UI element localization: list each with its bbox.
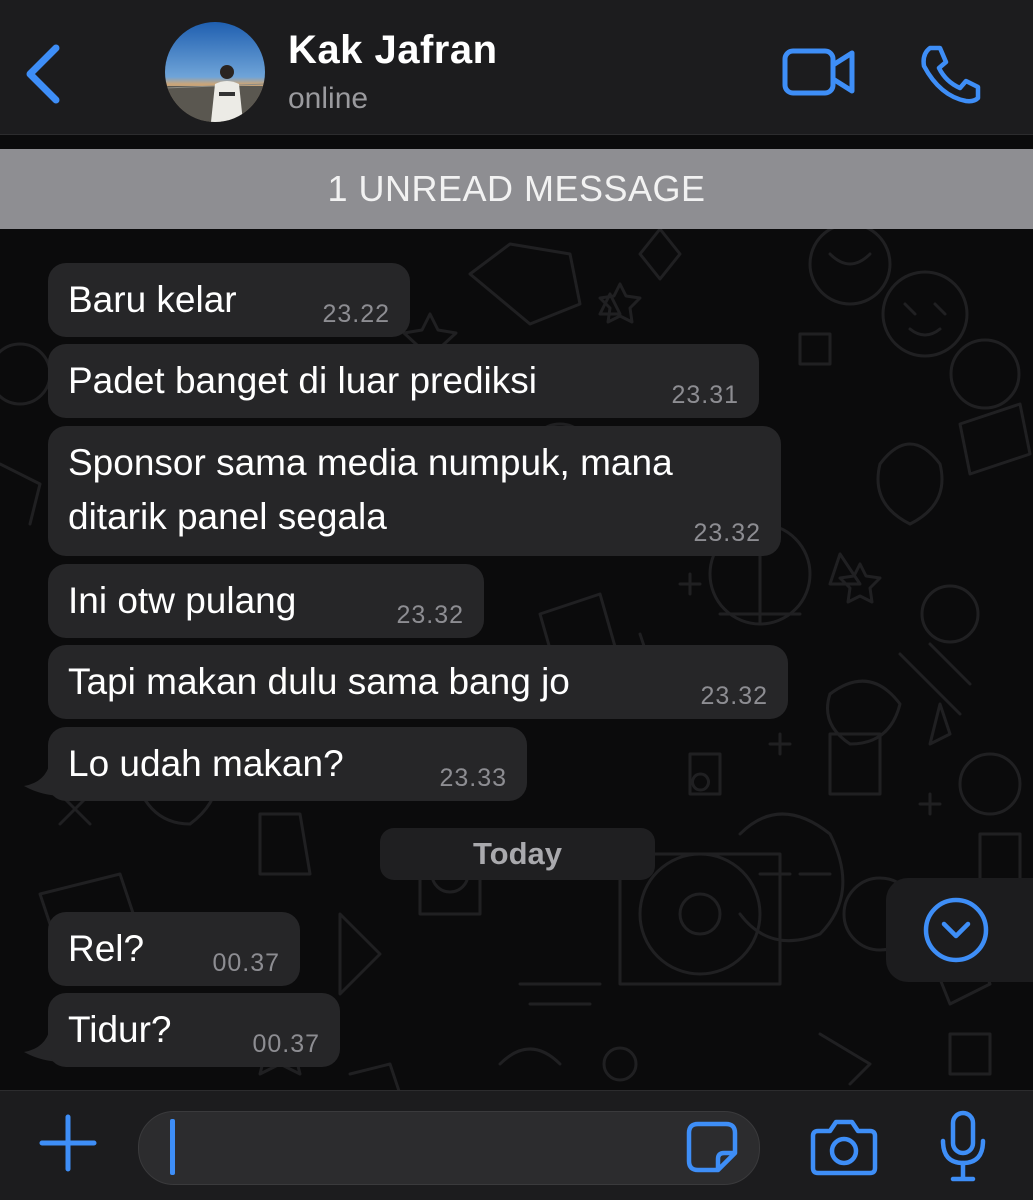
message-time: 23.32 xyxy=(693,519,761,547)
avatar-photo xyxy=(165,22,265,122)
message-input[interactable] xyxy=(138,1111,760,1185)
message-text: Rel? xyxy=(68,928,145,969)
camera-button[interactable] xyxy=(810,1117,878,1177)
plus-icon xyxy=(39,1114,97,1172)
text-cursor xyxy=(170,1119,175,1175)
message-text: ditarik panel segala xyxy=(68,496,387,537)
message-time: 00.37 xyxy=(252,1030,320,1058)
chat-screen: Kak Jafran online 1 UNREAD MESSAGE Baru … xyxy=(0,0,1033,1200)
composer-bar xyxy=(0,1090,1033,1200)
message-bubble[interactable]: Ini otw pulang 23.32 xyxy=(48,564,484,638)
voice-call-button[interactable] xyxy=(918,44,982,104)
message-bubble[interactable]: Tapi makan dulu sama bang jo 23.32 xyxy=(48,645,788,719)
message-time: 23.32 xyxy=(700,682,768,710)
date-separator: Today xyxy=(380,828,655,880)
message-bubble[interactable]: Sponsor sama media numpuk, mana ditarik … xyxy=(48,426,781,556)
message-text: Baru kelar xyxy=(68,279,237,320)
message-bubble[interactable]: Tidur? 00.37 xyxy=(48,993,340,1067)
chat-header: Kak Jafran online xyxy=(0,0,1033,135)
message-bubble[interactable]: Baru kelar 23.22 xyxy=(48,263,410,337)
message-bubble[interactable]: Padet banget di luar prediksi 23.31 xyxy=(48,344,759,418)
microphone-icon xyxy=(940,1110,986,1182)
video-call-button[interactable] xyxy=(782,46,856,98)
date-separator-label: Today xyxy=(473,836,562,871)
chevron-down-circle-icon xyxy=(923,897,989,963)
sticker-button[interactable] xyxy=(684,1119,740,1175)
message-text: Tapi makan dulu sama bang jo xyxy=(68,661,570,702)
attach-button[interactable] xyxy=(38,1113,98,1173)
camera-icon xyxy=(810,1119,878,1176)
contact-status: online xyxy=(288,82,369,115)
message-text: Tidur? xyxy=(68,1009,172,1050)
contact-avatar[interactable] xyxy=(165,22,265,122)
microphone-button[interactable] xyxy=(936,1109,990,1183)
scroll-to-bottom-button[interactable] xyxy=(886,878,1033,982)
message-text: Padet banget di luar prediksi xyxy=(68,360,537,401)
message-time: 23.32 xyxy=(396,601,464,629)
back-button[interactable] xyxy=(18,40,66,108)
message-time: 00.37 xyxy=(212,949,280,977)
video-camera-icon xyxy=(782,48,855,96)
chevron-left-icon xyxy=(26,44,60,104)
message-time: 23.31 xyxy=(671,381,739,409)
message-text: Sponsor sama media numpuk, mana xyxy=(68,442,673,483)
unread-label: 1 UNREAD MESSAGE xyxy=(327,168,706,209)
contact-name[interactable]: Kak Jafran xyxy=(288,28,498,73)
phone-icon xyxy=(921,45,981,104)
message-bubble[interactable]: Lo udah makan? 23.33 xyxy=(48,727,527,801)
unread-messages-banner: 1 UNREAD MESSAGE xyxy=(0,149,1033,229)
message-text: Ini otw pulang xyxy=(68,580,297,621)
message-time: 23.22 xyxy=(322,300,390,328)
sticker-icon xyxy=(686,1121,738,1173)
message-text: Lo udah makan? xyxy=(68,743,344,784)
message-bubble[interactable]: Rel? 00.37 xyxy=(48,912,300,986)
message-time: 23.33 xyxy=(439,764,507,792)
